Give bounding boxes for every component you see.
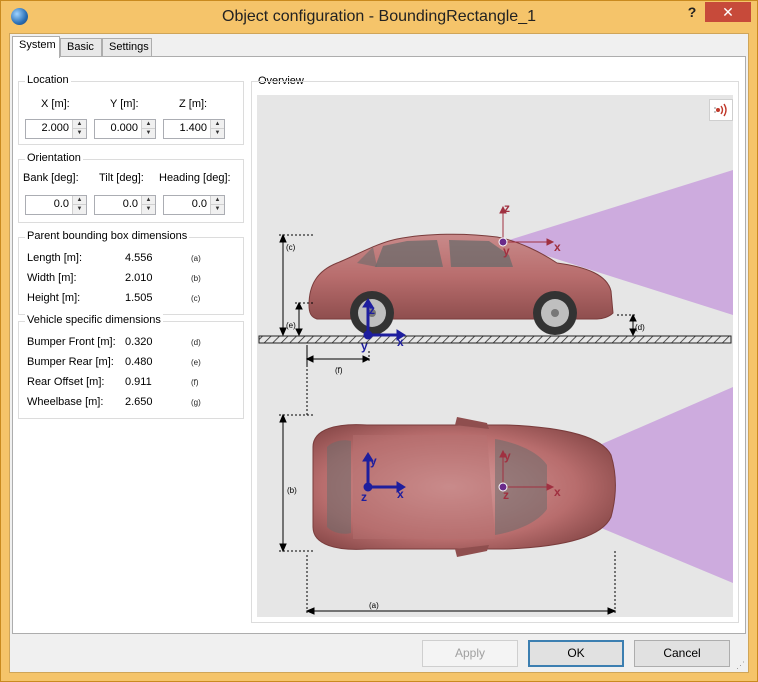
dim-d-label: (d) xyxy=(635,323,645,332)
rear-offset-ref: (f) xyxy=(191,378,199,387)
top-vehicle-y-label: y xyxy=(370,454,377,468)
bumper-rear-label: Bumper Rear [m]: xyxy=(27,356,114,368)
tilt-label: Tilt [deg]: xyxy=(99,172,144,184)
bank-increment-button[interactable]: ▲ xyxy=(73,196,86,205)
dialog-client: System Basic Settings Location X [m]: Y … xyxy=(9,33,749,673)
tilt-input[interactable]: 0.0 ▲ ▼ xyxy=(94,195,156,215)
location-title: Location xyxy=(25,74,71,86)
z-decrement-button[interactable]: ▼ xyxy=(211,129,224,138)
vehicle-dims-group: Vehicle specific dimensions Bumper Front… xyxy=(18,314,244,419)
bank-decrement-button[interactable]: ▼ xyxy=(73,205,86,214)
wheelbase-ref: (g) xyxy=(191,398,201,407)
parent-bbox-group: Parent bounding box dimensions Length [m… xyxy=(18,230,244,315)
side-sensor-x-label: x xyxy=(554,240,561,254)
top-sensor-y-label: y xyxy=(504,449,511,463)
sensor-wave-icon xyxy=(714,103,727,117)
height-label: Height [m]: xyxy=(27,292,81,304)
side-sensor-y-label: y xyxy=(503,244,510,258)
side-vehicle-z-label: z xyxy=(369,303,375,317)
width-value: 2.010 xyxy=(125,272,153,284)
wheelbase-label: Wheelbase [m]: xyxy=(27,396,104,408)
top-view-car xyxy=(312,417,616,557)
ground-line xyxy=(258,335,732,344)
bank-value: 0.0 xyxy=(53,198,69,210)
y-input[interactable]: 0.000 ▲ ▼ xyxy=(94,119,156,139)
side-vehicle-y-label: y xyxy=(361,339,368,353)
location-group: Location X [m]: Y [m]: Z [m]: 2.000 ▲ ▼ 0… xyxy=(18,74,244,145)
x-increment-button[interactable]: ▲ xyxy=(73,120,86,129)
bumper-rear-ref: (e) xyxy=(191,358,201,367)
rear-offset-label: Rear Offset [m]: xyxy=(27,376,105,388)
orientation-group: Orientation Bank [deg]: Tilt [deg]: Head… xyxy=(18,152,244,223)
apply-button[interactable]: Apply xyxy=(422,640,518,667)
top-vehicle-z-label: z xyxy=(361,490,367,504)
height-value: 1.505 xyxy=(125,292,153,304)
bumper-front-ref: (d) xyxy=(191,338,201,347)
x-input[interactable]: 2.000 ▲ ▼ xyxy=(25,119,87,139)
length-label: Length [m]: xyxy=(27,252,83,264)
dim-e-label: (e) xyxy=(286,321,296,330)
bumper-front-label: Bumper Front [m]: xyxy=(27,336,116,348)
top-sensor-z-label: z xyxy=(503,488,509,502)
width-ref: (b) xyxy=(191,274,201,283)
heading-decrement-button[interactable]: ▼ xyxy=(211,205,224,214)
overview-diagram: z y x z y x (c) (e) (d) (f) y z x y z x … xyxy=(258,170,733,615)
y-label: Y [m]: xyxy=(110,98,139,110)
side-vehicle-x-label: x xyxy=(397,335,404,349)
x-value: 2.000 xyxy=(41,122,69,134)
vehicle-dims-title: Vehicle specific dimensions xyxy=(25,314,163,326)
z-label: Z [m]: xyxy=(179,98,208,110)
heading-value: 0.0 xyxy=(191,198,207,210)
tab-system[interactable]: System xyxy=(12,36,60,58)
z-value: 1.400 xyxy=(179,122,207,134)
width-label: Width [m]: xyxy=(27,272,77,284)
dim-c-label: (c) xyxy=(286,243,296,252)
dim-f-label: (f) xyxy=(335,366,343,375)
close-button[interactable]: ✕ xyxy=(705,2,751,22)
dim-b-label: (b) xyxy=(287,486,297,495)
window-title: Object configuration - BoundingRectangle… xyxy=(222,8,536,25)
heading-increment-button[interactable]: ▲ xyxy=(211,196,224,205)
tilt-decrement-button[interactable]: ▼ xyxy=(142,205,155,214)
height-ref: (c) xyxy=(191,294,201,303)
bumper-front-value: 0.320 xyxy=(125,336,153,348)
bank-input[interactable]: 0.0 ▲ ▼ xyxy=(25,195,87,215)
top-sensor-x-label: x xyxy=(554,485,561,499)
dialog-window: Object configuration - BoundingRectangle… xyxy=(0,0,758,682)
y-decrement-button[interactable]: ▼ xyxy=(142,129,155,138)
close-icon: ✕ xyxy=(722,4,734,20)
y-value: 0.000 xyxy=(110,122,138,134)
tab-basic[interactable]: Basic xyxy=(60,38,102,57)
heading-label: Heading [deg]: xyxy=(159,172,231,184)
top-vehicle-x-label: x xyxy=(397,487,404,501)
y-increment-button[interactable]: ▲ xyxy=(142,120,155,129)
ok-button[interactable]: OK xyxy=(528,640,624,667)
resize-grip[interactable]: ⋰ xyxy=(736,660,746,670)
sensor-toggle-button[interactable] xyxy=(709,99,733,121)
overview-canvas: z y x z y x (c) (e) (d) (f) y z x y z x … xyxy=(257,95,733,617)
bank-label: Bank [deg]: xyxy=(23,172,79,184)
wheelbase-value: 2.650 xyxy=(125,396,153,408)
heading-input[interactable]: 0.0 ▲ ▼ xyxy=(163,195,225,215)
x-decrement-button[interactable]: ▼ xyxy=(73,129,86,138)
system-tab-panel: Location X [m]: Y [m]: Z [m]: 2.000 ▲ ▼ 0… xyxy=(12,56,746,634)
cancel-button[interactable]: Cancel xyxy=(634,640,730,667)
z-input[interactable]: 1.400 ▲ ▼ xyxy=(163,119,225,139)
orientation-title: Orientation xyxy=(25,152,83,164)
tilt-value: 0.0 xyxy=(122,198,138,210)
bumper-rear-value: 0.480 xyxy=(125,356,153,368)
length-value: 4.556 xyxy=(125,252,153,264)
tab-settings[interactable]: Settings xyxy=(102,38,152,57)
length-ref: (a) xyxy=(191,254,201,263)
x-label: X [m]: xyxy=(41,98,70,110)
help-button[interactable]: ? xyxy=(681,4,703,24)
rear-offset-value: 0.911 xyxy=(125,376,152,388)
title-bar[interactable]: Object configuration - BoundingRectangle… xyxy=(1,1,757,33)
z-increment-button[interactable]: ▲ xyxy=(211,120,224,129)
dim-a-label: (a) xyxy=(369,601,379,610)
side-sensor-z-label: z xyxy=(504,201,510,215)
parent-bbox-title: Parent bounding box dimensions xyxy=(25,230,190,242)
tilt-increment-button[interactable]: ▲ xyxy=(142,196,155,205)
